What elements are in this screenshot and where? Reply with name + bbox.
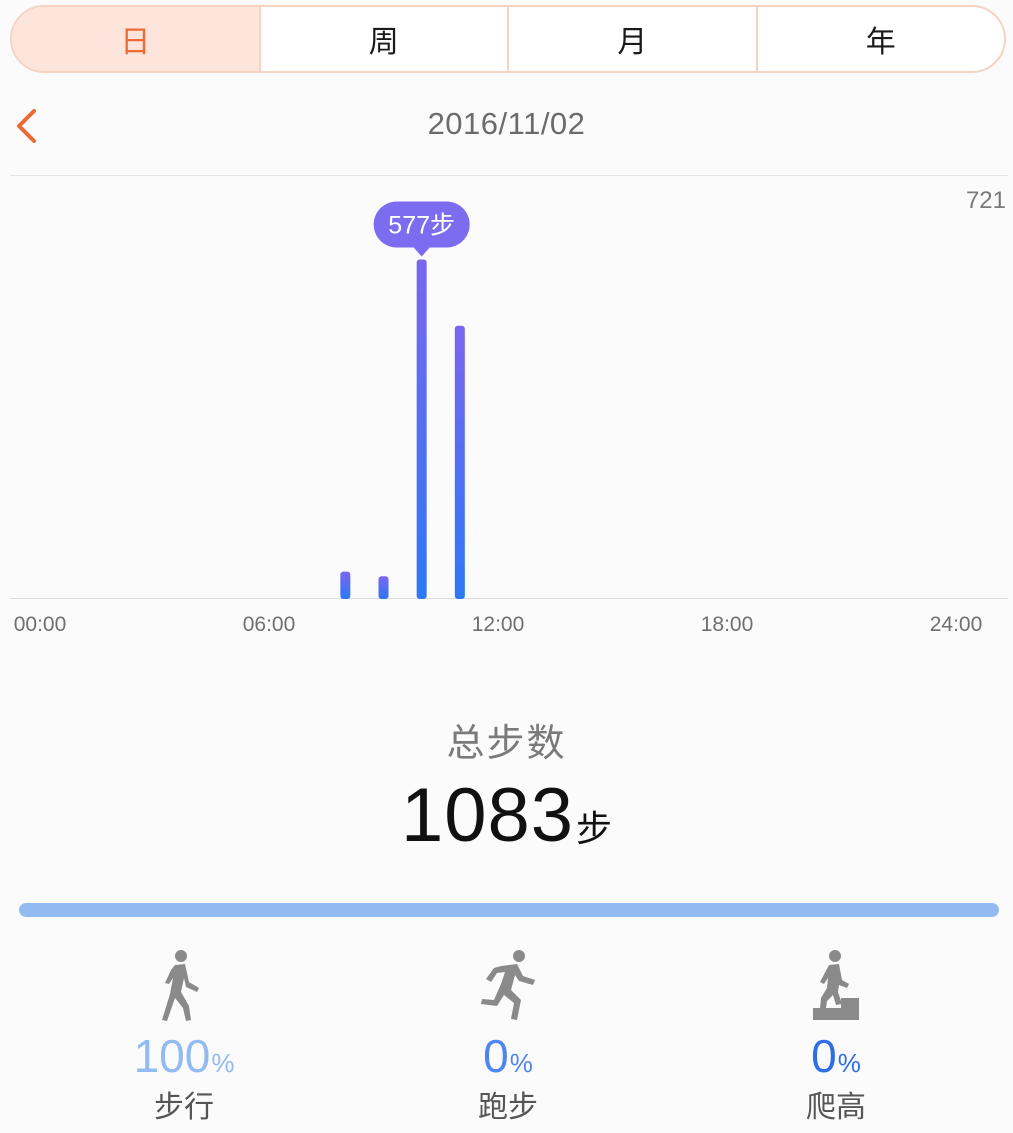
walking-share-fill — [19, 903, 999, 917]
climbing-label: 爬高 — [806, 1091, 866, 1124]
tab-week[interactable]: 周 — [258, 7, 508, 71]
x-tick-label: 06:00 — [243, 613, 296, 636]
tab-day[interactable]: 日 — [12, 7, 259, 71]
total-steps-label: 总步数 — [446, 723, 567, 765]
current-date: 2016/11/02 — [427, 106, 586, 141]
tooltip-text: 577步 — [388, 211, 455, 239]
activity-distribution-bar — [19, 903, 999, 917]
chart-tooltip: 577步 — [373, 201, 470, 257]
climbing-percent-value: 0 — [811, 1030, 837, 1082]
total-steps-value: 1083步 — [0, 772, 1013, 859]
chart-bars — [340, 259, 465, 599]
climbing-stat: 0% 爬高 — [726, 948, 946, 1126]
running-label: 跑步 — [478, 1091, 538, 1124]
walking-icon — [74, 948, 294, 1024]
stair-climbing-icon — [726, 948, 946, 1024]
tab-year[interactable]: 年 — [755, 7, 1005, 71]
x-tick-label: 24:00 — [930, 613, 983, 636]
x-tick-label: 18:00 — [701, 613, 754, 636]
tab-month[interactable]: 月 — [507, 7, 756, 71]
total-steps-number: 1083 — [400, 773, 575, 858]
total-steps-unit: 步 — [576, 808, 613, 849]
chart-bar-1[interactable] — [378, 576, 389, 599]
running-percent-unit: % — [509, 1048, 533, 1078]
x-tick-label: 12:00 — [472, 613, 525, 636]
walking-percent: 100% — [74, 1026, 294, 1086]
running-stat: 0% 跑步 — [398, 948, 618, 1126]
walking-stat: 100% 步行 — [74, 948, 294, 1126]
chart-bar-3[interactable] — [454, 325, 465, 599]
hourly-steps-chart: 721 577步 00:00 06:00 12:00 18:00 24:00 — [10, 175, 1008, 636]
x-axis-ticks: 00:00 06:00 12:00 18:00 24:00 — [14, 613, 983, 636]
walking-percent-value: 100 — [133, 1030, 211, 1082]
climbing-percent: 0% — [726, 1026, 946, 1086]
step-stats-screen: 日 周 月 年 2016/11/02 721 577步 00:00 06:00 12… — [0, 0, 1013, 1133]
running-icon — [398, 948, 618, 1024]
running-percent-value: 0 — [483, 1030, 509, 1082]
climbing-percent-unit: % — [837, 1048, 861, 1078]
running-percent: 0% — [398, 1026, 618, 1086]
chart-bar-0[interactable] — [340, 571, 351, 599]
y-max-label: 721 — [966, 187, 1006, 214]
walking-percent-unit: % — [211, 1048, 235, 1078]
chart-bar-2[interactable] — [416, 259, 427, 599]
period-tabs: 日 周 月 年 — [10, 5, 1006, 73]
x-tick-label: 00:00 — [14, 613, 67, 636]
walking-label: 步行 — [154, 1091, 214, 1124]
